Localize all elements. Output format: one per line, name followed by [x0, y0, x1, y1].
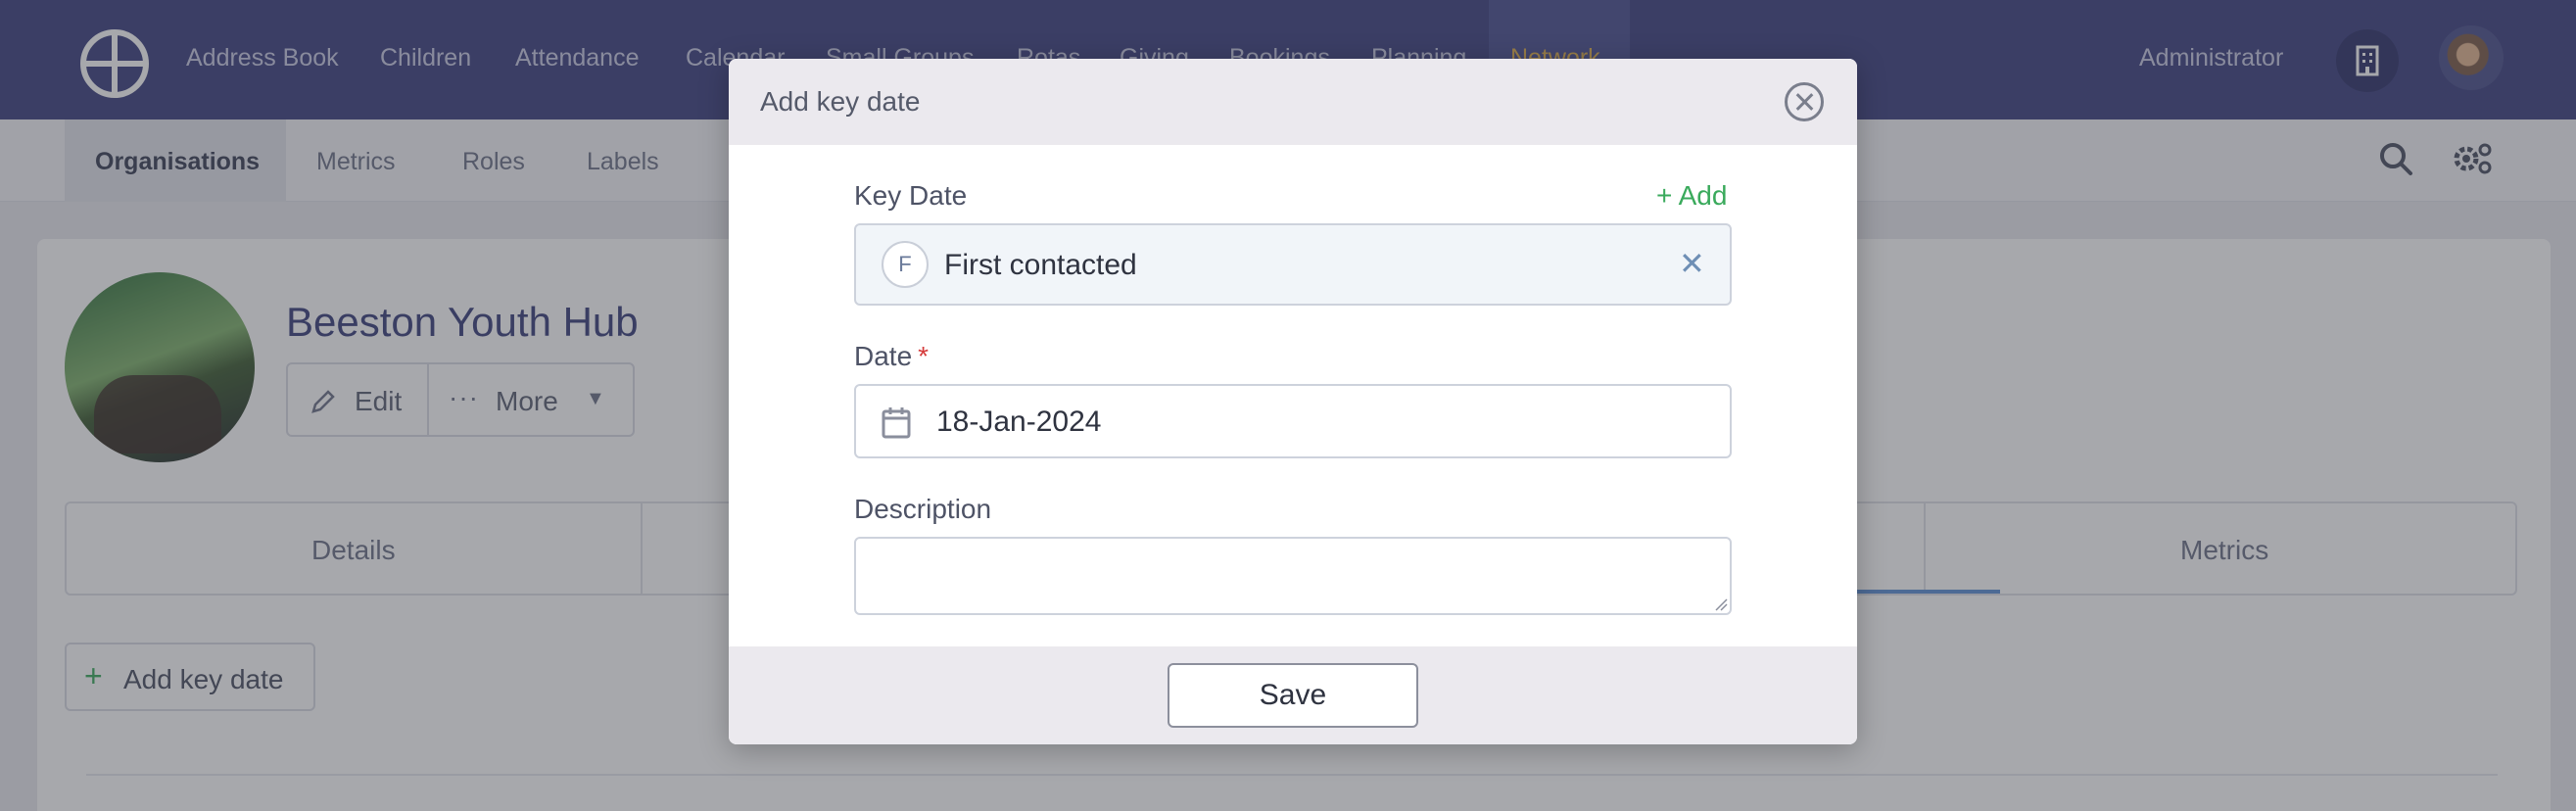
key-date-select[interactable]: F First contacted ✕ [854, 223, 1732, 306]
dialog-footer: Save [729, 646, 1857, 744]
date-label: Date * [854, 341, 929, 372]
date-label-text: Date [854, 341, 913, 371]
resize-handle-icon[interactable] [1714, 597, 1728, 611]
description-field[interactable] [854, 537, 1732, 615]
key-date-label: Key Date [854, 180, 968, 211]
clear-selection-icon[interactable]: ✕ [1679, 245, 1705, 282]
save-button[interactable]: Save [1168, 663, 1418, 728]
dialog-header: Add key date [729, 59, 1857, 145]
required-marker: * [918, 341, 930, 371]
date-input[interactable]: 18-Jan-2024 [854, 384, 1732, 458]
description-label: Description [854, 494, 992, 524]
calendar-icon [882, 407, 911, 439]
add-key-date-dialog: Add key date Key Date + Add F First cont… [729, 59, 1857, 744]
close-icon[interactable] [1785, 82, 1824, 121]
key-date-selected-value: First contacted [944, 249, 1137, 281]
add-key-date-link[interactable]: + Add [1656, 180, 1727, 212]
dialog-title: Add key date [760, 86, 921, 117]
key-date-initial-badge: F [882, 241, 929, 288]
date-value: 18-Jan-2024 [936, 406, 1102, 438]
